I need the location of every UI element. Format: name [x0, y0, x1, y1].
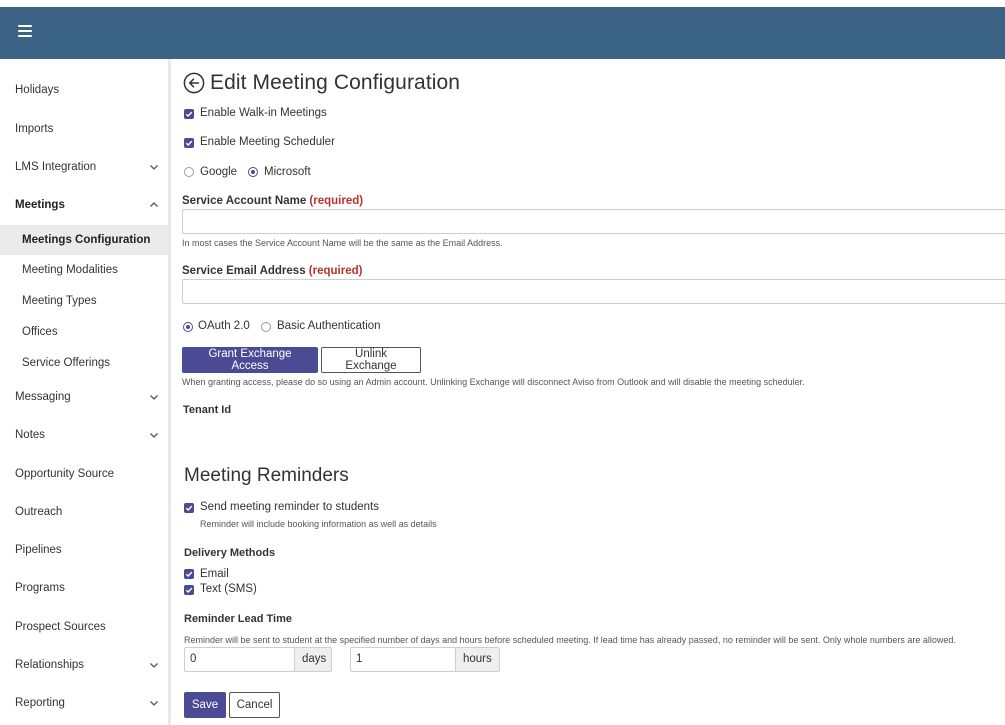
sidebar-item-service-offerings[interactable]: Service Offerings — [0, 348, 168, 378]
sidebar-item-label: LMS Integration — [15, 161, 97, 173]
delivery-methods-label: Delivery Methods — [184, 547, 276, 559]
provider-microsoft-label: Microsoft — [264, 166, 311, 178]
sidebar: Holidays Imports LMS Integration Meeting… — [0, 59, 171, 725]
send-reminder-label: Send meeting reminder to students — [200, 501, 379, 513]
sms-checkbox[interactable] — [184, 585, 194, 595]
send-reminder-help: Reminder will include booking informatio… — [200, 519, 437, 529]
sidebar-item-opportunity-source[interactable]: Opportunity Source — [0, 459, 168, 489]
sidebar-item-meeting-types[interactable]: Meeting Types — [0, 286, 168, 316]
top-bar — [0, 7, 1005, 59]
chevron-down-icon — [150, 433, 158, 438]
chevron-down-icon — [150, 701, 158, 706]
sidebar-item-label: Messaging — [15, 391, 71, 403]
service-account-label: Service Account Name (required) — [182, 195, 364, 207]
service-account-input[interactable] — [182, 209, 1005, 234]
auth-basic-label: Basic Authentication — [277, 320, 381, 332]
sidebar-item-label: Service Offerings — [22, 357, 110, 369]
enable-scheduler-checkbox[interactable] — [184, 138, 194, 148]
tenant-id-label: Tenant Id — [183, 404, 232, 416]
sidebar-item-meetings-configuration[interactable]: Meetings Configuration — [0, 225, 168, 255]
sidebar-item-programs[interactable]: Programs — [0, 573, 168, 603]
email-checkbox[interactable] — [184, 569, 194, 579]
auth-oauth-radio[interactable] — [183, 322, 193, 332]
sidebar-item-imports[interactable]: Imports — [0, 114, 168, 144]
sidebar-item-label: Relationships — [15, 659, 85, 671]
chevron-down-icon — [150, 395, 158, 400]
sidebar-item-prospect-sources[interactable]: Prospect Sources — [0, 612, 168, 642]
cancel-button[interactable]: Cancel — [229, 692, 280, 718]
sidebar-item-outreach[interactable]: Outreach — [0, 497, 168, 527]
provider-google-label: Google — [200, 166, 238, 178]
sidebar-item-messaging[interactable]: Messaging — [0, 382, 168, 412]
save-button[interactable]: Save — [184, 692, 226, 718]
sidebar-item-meeting-modalities[interactable]: Meeting Modalities — [0, 255, 168, 285]
enable-walkin-label: Enable Walk-in Meetings — [200, 107, 327, 119]
sidebar-item-label: Holidays — [15, 84, 60, 96]
sidebar-item-lms-integration[interactable]: LMS Integration — [0, 152, 168, 182]
enable-scheduler-label: Enable Meeting Scheduler — [200, 136, 335, 148]
days-input-group: 0 days — [184, 647, 332, 672]
service-email-input[interactable] — [182, 279, 1005, 304]
sidebar-item-holidays[interactable]: Holidays — [0, 75, 168, 105]
sidebar-item-label: Opportunity Source — [15, 468, 115, 480]
provider-microsoft-radio[interactable] — [248, 167, 258, 177]
enable-walkin-checkbox[interactable] — [184, 109, 194, 119]
sidebar-item-label: Pipelines — [15, 544, 62, 556]
sidebar-item-label: Programs — [15, 582, 65, 594]
days-unit: days — [294, 647, 332, 672]
hours-input-group: 1 hours — [350, 647, 500, 672]
reminders-heading: Meeting Reminders — [184, 465, 349, 486]
sidebar-item-pipelines[interactable]: Pipelines — [0, 535, 168, 565]
days-input[interactable]: 0 — [184, 647, 294, 672]
chevron-up-icon — [150, 202, 158, 207]
hours-input[interactable]: 1 — [350, 647, 455, 672]
hamburger-icon[interactable] — [18, 25, 32, 39]
sidebar-item-label: Outreach — [15, 506, 63, 518]
page-header: Edit Meeting Configuration — [183, 71, 460, 95]
service-email-label: Service Email Address (required) — [182, 265, 363, 277]
page-title: Edit Meeting Configuration — [210, 71, 461, 94]
chevron-down-icon — [150, 165, 158, 170]
hours-unit: hours — [455, 647, 500, 672]
unlink-exchange-button[interactable]: Unlink Exchange — [321, 347, 421, 373]
exchange-help: When granting access, please do so using… — [182, 377, 805, 387]
send-reminder-checkbox[interactable] — [184, 503, 194, 513]
back-arrow-icon[interactable] — [183, 72, 205, 94]
sidebar-item-label: Meeting Types — [22, 295, 97, 307]
sidebar-item-notes[interactable]: Notes — [0, 420, 168, 450]
grant-exchange-button[interactable]: Grant Exchange Access — [182, 347, 318, 373]
lead-time-label: Reminder Lead Time — [184, 613, 292, 625]
sidebar-item-label: Reporting — [15, 697, 65, 709]
sidebar-item-label: Prospect Sources — [15, 621, 106, 633]
email-label: Email — [200, 568, 229, 580]
sms-label: Text (SMS) — [200, 583, 257, 595]
sidebar-item-label: Imports — [15, 123, 54, 135]
sidebar-item-reporting[interactable]: Reporting — [0, 688, 168, 718]
sidebar-item-label: Meetings — [15, 199, 65, 211]
sidebar-item-meetings[interactable]: Meetings — [0, 190, 168, 220]
required-marker: (required) — [308, 265, 363, 277]
lead-time-help: Reminder will be sent to student at the … — [184, 635, 956, 645]
auth-basic-radio[interactable] — [261, 322, 271, 332]
service-account-help: In most cases the Service Account Name w… — [182, 238, 503, 248]
main-content: Edit Meeting Configuration Enable Walk-i… — [171, 59, 1005, 725]
sidebar-item-label: Meeting Modalities — [22, 264, 118, 276]
sidebar-item-label: Offices — [22, 326, 58, 338]
required-marker: (required) — [309, 195, 364, 207]
chevron-down-icon — [150, 663, 158, 668]
provider-google-radio[interactable] — [184, 167, 194, 177]
sidebar-item-relationships[interactable]: Relationships — [0, 650, 168, 680]
sidebar-item-label: Notes — [15, 429, 46, 441]
auth-oauth-label: OAuth 2.0 — [198, 320, 250, 332]
sidebar-item-label: Meetings Configuration — [22, 234, 151, 246]
sidebar-item-offices[interactable]: Offices — [0, 317, 168, 347]
